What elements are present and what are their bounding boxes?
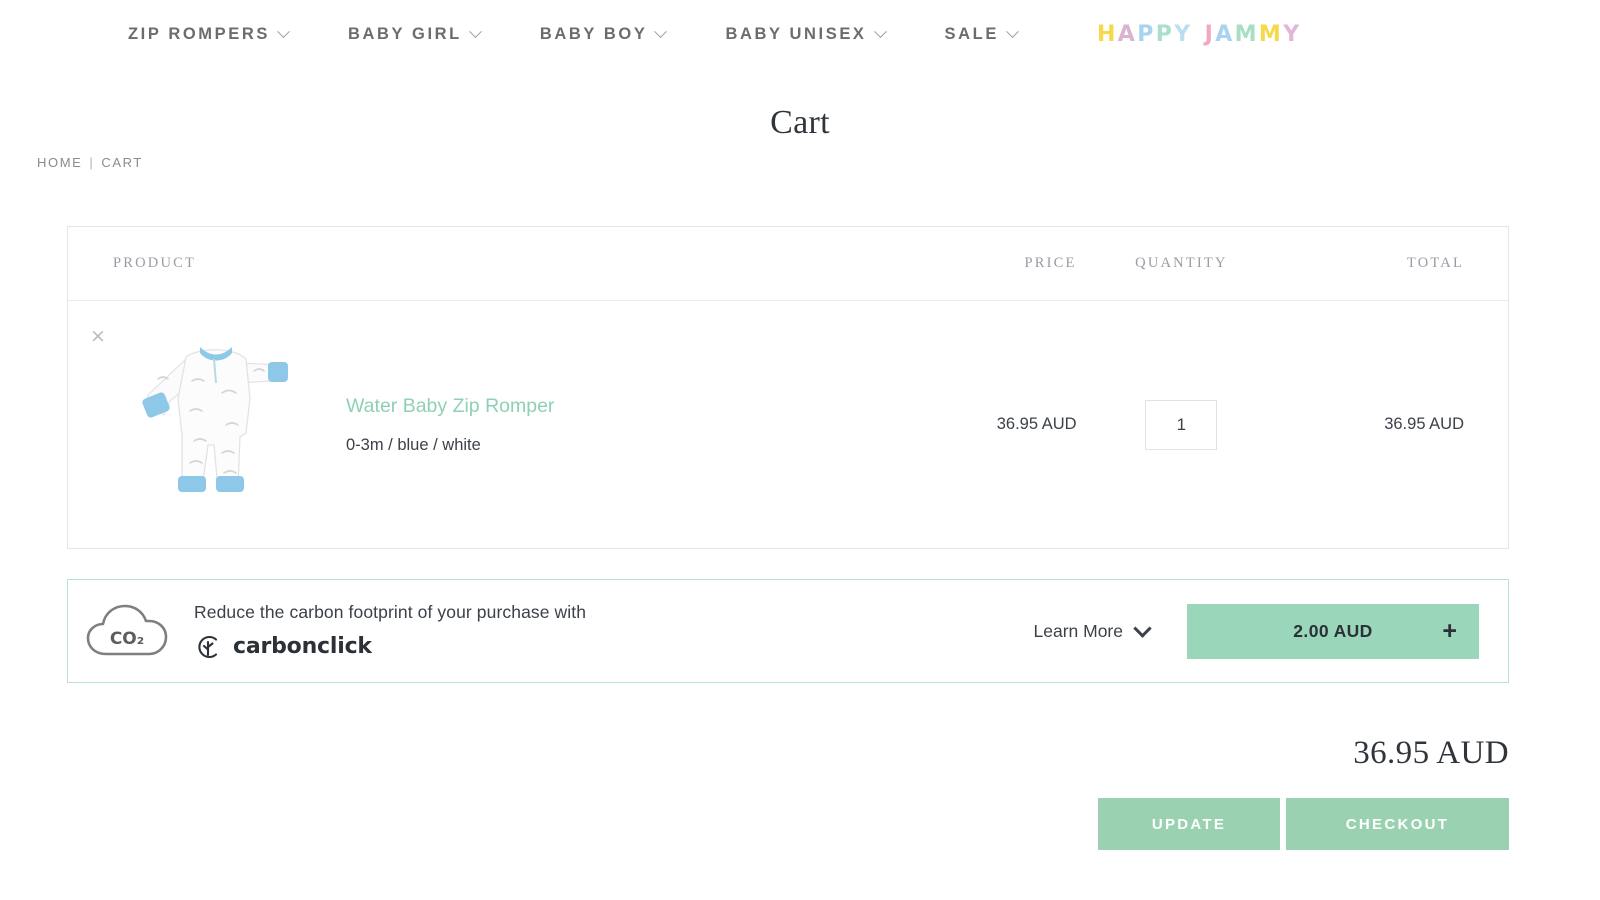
logo-letter: P [1155, 21, 1175, 47]
chevron-down-icon [654, 24, 668, 38]
plus-icon: + [1442, 616, 1457, 645]
product-line-total: 36.95 AUD [1384, 415, 1465, 433]
svg-text:CO₂: CO₂ [110, 629, 144, 649]
update-cart-button[interactable]: UPDATE [1098, 798, 1280, 850]
nav-item-label: ZIP ROMPERS [128, 24, 270, 43]
nav-item-label: BABY UNISEX [725, 24, 867, 43]
close-icon[interactable]: × [90, 327, 120, 346]
nav-item-baby-boy[interactable]: BABY BOY [539, 24, 668, 44]
nav-item-zip-rompers[interactable]: ZIP ROMPERS [128, 24, 290, 44]
quantity-input[interactable] [1145, 399, 1218, 450]
logo-letter: H [1096, 21, 1118, 47]
chevron-down-icon [1006, 24, 1019, 38]
column-header-price: PRICE [1024, 255, 1077, 271]
carbonclick-logo-icon [198, 635, 218, 658]
checkout-button[interactable]: CHECKOUT [1286, 798, 1509, 850]
carbon-text-block: Reduce the carbon footprint of your purc… [194, 602, 586, 661]
logo-letter: A [1117, 21, 1138, 47]
logo-letter: P [1137, 21, 1156, 47]
chevron-down-icon [468, 24, 482, 38]
add-carbon-offset-button[interactable]: 2.00 AUD + [1187, 603, 1479, 659]
carbonclick-brand: carbonclick [194, 633, 586, 661]
offset-amount-label: 2.00 AUD [1293, 620, 1373, 641]
nav-item-baby-unisex[interactable]: BABY UNISEX [725, 24, 887, 44]
site-logo[interactable]: HAPPYJAMMY [1097, 22, 1302, 47]
breadcrumb: HOME | CART [37, 155, 143, 170]
breadcrumb-home-link[interactable]: HOME [37, 155, 82, 170]
learn-more-toggle[interactable]: Learn More [1033, 618, 1152, 642]
product-variant: 0-3m / blue / white [346, 435, 481, 454]
carbon-headline: Reduce the carbon footprint of your purc… [194, 601, 587, 622]
logo-letter: A [1215, 21, 1235, 47]
product-name-link[interactable]: Water Baby Zip Romper [346, 394, 554, 419]
cart-grand-total: 36.95 AUD [1353, 735, 1509, 771]
nav-item-label: BABY BOY [539, 24, 648, 43]
logo-letter: Y [1174, 21, 1193, 47]
chevron-down-icon [1133, 618, 1152, 638]
nav-item-label: BABY GIRL [347, 24, 462, 43]
page-title: Cart [770, 104, 830, 141]
quantity-cell [1077, 399, 1287, 450]
cart-page: ZIP ROMPERS BABY GIRL BABY BOY BABY UNIS… [0, 0, 1600, 900]
cart-table: PRODUCT PRICE QUANTITY TOTAL × Water Bab… [67, 226, 1509, 549]
logo-letter: Y [1283, 21, 1302, 47]
logo-letter: M [1258, 21, 1284, 47]
product-cell: × Water Baby Zip Romper 0-3m / blue / wh… [68, 301, 857, 548]
nav-item-sale[interactable]: SALE [944, 24, 1019, 44]
column-header-product: PRODUCT [113, 255, 197, 271]
main-navigation: ZIP ROMPERS BABY GIRL BABY BOY BABY UNIS… [0, 0, 1600, 68]
carbonclick-banner: CO₂ Reduce the carbon footprint of your … [67, 579, 1509, 683]
carbonclick-brand-name: carbonclick [233, 634, 372, 659]
cart-actions: UPDATE CHECKOUT [1098, 798, 1509, 850]
nav-item-baby-girl[interactable]: BABY GIRL [347, 24, 482, 44]
learn-more-label: Learn More [1033, 620, 1124, 641]
cart-table-header: PRODUCT PRICE QUANTITY TOTAL [68, 227, 1508, 301]
product-info: Water Baby Zip Romper 0-3m / blue / whit… [346, 394, 554, 454]
logo-letter: M [1234, 21, 1259, 47]
nav-item-label: SALE [944, 24, 999, 43]
co2-cloud-icon: CO₂ [86, 604, 168, 656]
breadcrumb-separator: | [89, 155, 95, 170]
product-price: 36.95 AUD [996, 415, 1077, 433]
breadcrumb-current: CART [101, 155, 143, 170]
column-header-quantity: QUANTITY [1135, 255, 1228, 271]
logo-letter: J [1204, 21, 1216, 47]
column-header-total: TOTAL [1406, 255, 1464, 271]
product-thumbnail[interactable] [134, 337, 302, 512]
table-row: × Water Baby Zip Romper 0-3m / blue / wh… [68, 301, 1508, 548]
chevron-down-icon [277, 24, 290, 38]
chevron-down-icon [873, 24, 887, 38]
co2-cloud-icon-wrapper: CO₂ [68, 600, 186, 662]
